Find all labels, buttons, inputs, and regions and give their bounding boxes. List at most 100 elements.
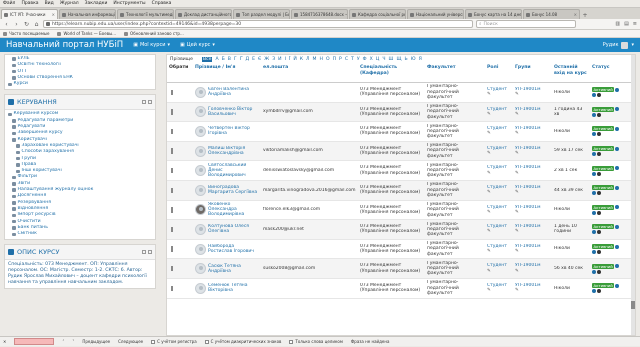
forward-icon[interactable]: › bbox=[13, 21, 20, 28]
bookmark-item[interactable]: Обновлений заново стр... bbox=[124, 31, 184, 36]
edit-pencil-icon[interactable]: ✎ bbox=[515, 229, 550, 234]
browser-tab[interactable]: Кафедра соціальної робо...× bbox=[349, 9, 406, 19]
library-icon[interactable]: ▥ bbox=[615, 21, 620, 27]
user-name-link[interactable]: Євген Валентина Андріївна bbox=[208, 87, 259, 97]
browser-tab[interactable]: Національний університ...× bbox=[407, 9, 464, 19]
info-icon[interactable] bbox=[615, 205, 619, 210]
filter-letter[interactable]: Т bbox=[351, 57, 354, 62]
menu-item[interactable]: Вид bbox=[45, 1, 54, 6]
edit-pencil-icon[interactable]: ✎ bbox=[515, 249, 550, 254]
filter-letter[interactable]: Ї bbox=[289, 57, 290, 62]
info-icon[interactable] bbox=[615, 244, 619, 249]
filter-letter[interactable]: Є bbox=[258, 57, 261, 62]
edit-pencil-icon[interactable]: ✎ bbox=[515, 131, 550, 136]
filter-letter[interactable]: Ц bbox=[376, 57, 380, 62]
filter-letter[interactable]: Р bbox=[339, 57, 342, 62]
close-icon[interactable]: ✕ bbox=[3, 339, 6, 344]
trash-icon[interactable] bbox=[597, 93, 601, 98]
edit-pencil-icon[interactable]: ✎ bbox=[515, 210, 550, 215]
gear-icon[interactable] bbox=[592, 93, 596, 98]
my-courses-menu[interactable]: ▣ Мої курси ▾ bbox=[133, 42, 170, 48]
find-prev-label[interactable]: Предыдущее bbox=[82, 339, 110, 344]
filter-letter[interactable]: Ю bbox=[411, 57, 416, 62]
header-email[interactable]: ел.пошта bbox=[261, 65, 358, 71]
gear-icon[interactable] bbox=[592, 191, 596, 196]
row-checkbox[interactable] bbox=[171, 265, 173, 272]
filter-letter[interactable]: З bbox=[272, 57, 275, 62]
user-name-link[interactable]: Головченко Віктор Васильович bbox=[208, 107, 259, 117]
info-icon[interactable] bbox=[615, 126, 619, 131]
edit-pencil-icon[interactable]: ✎ bbox=[487, 249, 511, 254]
filter-letter[interactable]: М bbox=[313, 57, 317, 62]
sidebar-icon[interactable]: ▤ bbox=[624, 21, 629, 27]
diacritics-checkbox[interactable] bbox=[204, 339, 209, 344]
edit-pencil-icon[interactable]: ✎ bbox=[487, 131, 511, 136]
user-name-link[interactable]: Святославський Денис Володимирович bbox=[208, 163, 259, 178]
filter-letter[interactable]: О bbox=[326, 57, 330, 62]
trash-icon[interactable] bbox=[597, 250, 601, 255]
header-faculty[interactable]: Факультет bbox=[425, 65, 485, 71]
filter-letter[interactable]: В bbox=[228, 57, 231, 62]
row-checkbox[interactable] bbox=[171, 187, 173, 193]
browser-tab[interactable]: 1584716378648.docx — ...× bbox=[291, 9, 348, 19]
gear-icon[interactable] bbox=[592, 250, 596, 255]
match-case-checkbox[interactable] bbox=[151, 339, 156, 344]
dock-icon[interactable] bbox=[142, 100, 146, 105]
filter-letter[interactable]: Ж bbox=[264, 57, 269, 62]
filter-letter[interactable]: Ф bbox=[363, 57, 367, 62]
row-checkbox[interactable] bbox=[171, 89, 173, 95]
filter-letter[interactable]: Г bbox=[234, 57, 237, 62]
filter-letter[interactable]: Л bbox=[306, 57, 309, 62]
filter-letter[interactable]: Щ bbox=[396, 57, 401, 62]
this-course-menu[interactable]: ▣ Цей курс ▾ bbox=[180, 42, 215, 48]
info-icon[interactable] bbox=[615, 146, 619, 151]
browser-tab[interactable]: Бонус карта на 14 дней брэ...× bbox=[465, 9, 522, 19]
diacritics-option[interactable]: С учётом диакритических знаков bbox=[204, 339, 281, 344]
edit-pencil-icon[interactable]: ✎ bbox=[487, 151, 511, 156]
filter-letter[interactable]: Д bbox=[246, 57, 250, 62]
block-settings-icon[interactable] bbox=[148, 100, 152, 105]
filter-letter[interactable]: Б bbox=[222, 57, 225, 62]
filter-letter[interactable]: С bbox=[345, 57, 348, 62]
edit-pencil-icon[interactable]: ✎ bbox=[487, 269, 511, 274]
menu-item[interactable]: Правка bbox=[21, 1, 38, 6]
edit-pencil-icon[interactable]: ✎ bbox=[515, 190, 550, 195]
menu-item[interactable]: Журнал bbox=[60, 1, 79, 6]
close-icon[interactable]: × bbox=[574, 12, 577, 17]
page-scrollbar-thumb[interactable] bbox=[631, 301, 635, 309]
filter-letter[interactable]: Все bbox=[201, 56, 213, 62]
filter-letter[interactable]: І bbox=[285, 57, 286, 62]
menu-item[interactable]: Инструменты bbox=[113, 1, 145, 6]
bookmark-item[interactable]: World of Tanks — Боевы... bbox=[57, 31, 116, 36]
browser-tab[interactable]: ІСТ УП: Учасники × bbox=[1, 9, 58, 19]
trash-icon[interactable] bbox=[597, 289, 601, 294]
menu-item[interactable]: Файл bbox=[3, 1, 15, 6]
user-name-link[interactable]: Колтунова Олеся Олегівна bbox=[208, 224, 259, 234]
find-next-label[interactable]: Следующее bbox=[118, 339, 143, 344]
whole-words-checkbox[interactable] bbox=[289, 339, 294, 344]
user-name-link[interactable]: Сасюк Тетяна Андріївна bbox=[208, 264, 259, 274]
filter-letter[interactable]: П bbox=[333, 57, 336, 62]
gear-icon[interactable] bbox=[592, 112, 596, 117]
edit-pencil-icon[interactable]: ✎ bbox=[487, 288, 511, 293]
back-icon[interactable]: ‹ bbox=[3, 21, 10, 28]
edit-pencil-icon[interactable]: ✎ bbox=[515, 288, 550, 293]
filter-letter[interactable]: К bbox=[300, 57, 303, 62]
site-title[interactable]: Навчальний портал НУБіП bbox=[6, 40, 123, 50]
sidebar-item[interactable]: Смітник bbox=[8, 231, 152, 237]
close-icon[interactable]: × bbox=[52, 12, 55, 17]
gear-icon[interactable] bbox=[592, 210, 596, 215]
edit-pencil-icon[interactable]: ✎ bbox=[487, 210, 511, 215]
row-checkbox[interactable] bbox=[171, 285, 173, 291]
edit-pencil-icon[interactable]: ✎ bbox=[487, 171, 511, 176]
user-name-link[interactable]: Четвертен Віктор Ігорівна bbox=[208, 126, 259, 136]
match-case-option[interactable]: С учётом регистра bbox=[151, 339, 197, 344]
row-checkbox[interactable] bbox=[171, 168, 173, 174]
trash-icon[interactable] bbox=[597, 171, 601, 176]
find-next-button[interactable]: ˅ bbox=[72, 339, 74, 344]
filter-letter[interactable]: Ш bbox=[389, 57, 394, 62]
edit-pencil-icon[interactable]: ✎ bbox=[515, 269, 550, 274]
header-last-access[interactable]: Останній вхід на курс bbox=[552, 65, 590, 76]
whole-words-option[interactable]: Только слова целиком bbox=[289, 339, 343, 344]
gear-icon[interactable] bbox=[592, 171, 596, 176]
